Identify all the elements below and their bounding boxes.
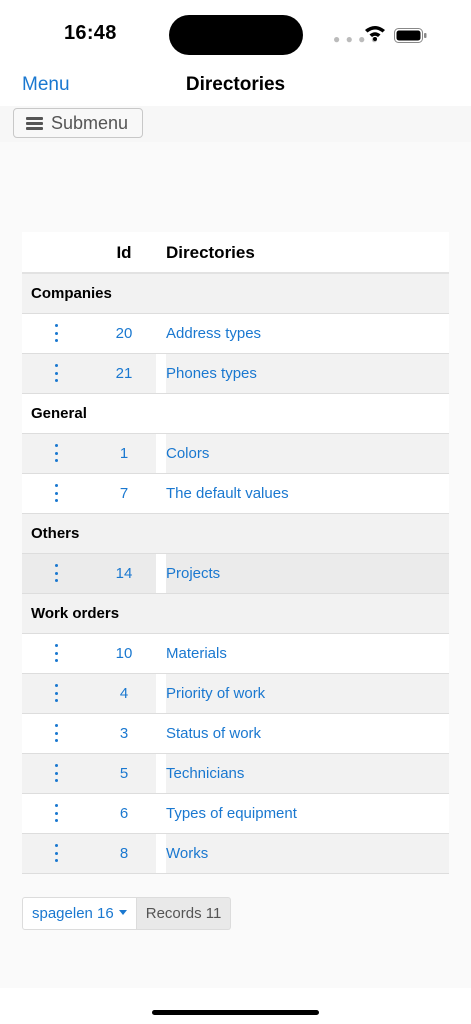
row-name[interactable]: Projects [166, 565, 220, 582]
row-actions-icon[interactable] [50, 764, 62, 782]
table-row[interactable]: 6 Types of equipment [22, 794, 449, 834]
page-size-dropdown[interactable]: spagelen 16 [22, 897, 137, 930]
table-header: Id Directories [22, 232, 449, 274]
row-actions-icon[interactable] [50, 564, 62, 582]
row-id[interactable]: 21 [92, 365, 156, 382]
column-header-directories[interactable]: Directories [166, 243, 255, 263]
row-id[interactable]: 10 [92, 645, 156, 662]
table-row[interactable]: 7 The default values [22, 474, 449, 514]
battery-icon [394, 28, 427, 43]
row-name[interactable]: Colors [166, 445, 209, 462]
table-row[interactable]: 10 Materials [22, 634, 449, 674]
table-row[interactable]: 14 Projects [22, 554, 449, 594]
table-row[interactable]: 21 Phones types [22, 354, 449, 394]
wifi-icon [365, 26, 385, 41]
row-name[interactable]: Priority of work [166, 685, 265, 702]
row-name[interactable]: Materials [166, 645, 227, 662]
group-label: Companies [31, 285, 112, 302]
status-bar: 16:48 ● ● ● ● [0, 0, 471, 70]
group-header-others[interactable]: Others [22, 514, 449, 554]
row-id[interactable]: 4 [92, 685, 156, 702]
row-id[interactable]: 1 [92, 445, 156, 462]
page-size-label: spagelen 16 [32, 905, 114, 922]
table-row[interactable]: 1 Colors [22, 434, 449, 474]
row-id[interactable]: 20 [92, 325, 156, 342]
row-name[interactable]: The default values [166, 485, 289, 502]
row-id[interactable]: 5 [92, 765, 156, 782]
group-header-general[interactable]: General [22, 394, 449, 434]
row-name[interactable]: Types of equipment [166, 805, 297, 822]
directories-table: Id Directories Companies 20 Address type… [22, 232, 449, 874]
table-row[interactable]: 20 Address types [22, 314, 449, 354]
row-actions-icon[interactable] [50, 844, 62, 862]
submenu-button[interactable]: Submenu [13, 108, 143, 138]
row-actions-icon[interactable] [50, 364, 62, 382]
row-actions-icon[interactable] [50, 724, 62, 742]
group-header-companies[interactable]: Companies [22, 274, 449, 314]
dynamic-island [169, 15, 303, 55]
row-actions-icon[interactable] [50, 484, 62, 502]
toolbar: Submenu [0, 106, 471, 142]
pager: spagelen 16 Records 11 [22, 897, 232, 930]
row-actions-icon[interactable] [50, 684, 62, 702]
home-indicator[interactable] [152, 1010, 319, 1015]
row-id[interactable]: 7 [92, 485, 156, 502]
row-actions-icon[interactable] [50, 804, 62, 822]
table-row[interactable]: 3 Status of work [22, 714, 449, 754]
row-name[interactable]: Status of work [166, 725, 261, 742]
row-name[interactable]: Phones types [166, 365, 257, 382]
group-label: General [31, 405, 87, 422]
table-row[interactable]: 5 Technicians [22, 754, 449, 794]
status-time: 16:48 [64, 22, 117, 44]
row-actions-icon[interactable] [50, 324, 62, 342]
group-label: Others [31, 525, 80, 542]
table-row[interactable]: 8 Works [22, 834, 449, 874]
row-name[interactable]: Works [166, 845, 208, 862]
row-id[interactable]: 14 [92, 565, 156, 582]
row-name[interactable]: Address types [166, 325, 261, 342]
row-id[interactable]: 8 [92, 845, 156, 862]
table-row[interactable]: 4 Priority of work [22, 674, 449, 714]
row-actions-icon[interactable] [50, 644, 62, 662]
submenu-label: Submenu [51, 112, 129, 133]
caret-down-icon [118, 910, 127, 915]
row-id[interactable]: 6 [92, 805, 156, 822]
group-header-work-orders[interactable]: Work orders [22, 594, 449, 634]
row-id[interactable]: 3 [92, 725, 156, 742]
hamburger-icon [26, 116, 43, 130]
group-label: Work orders [31, 605, 120, 622]
row-actions-icon[interactable] [50, 444, 62, 462]
row-name[interactable]: Technicians [166, 765, 244, 782]
records-count: Records 11 [136, 897, 232, 930]
navigation-bar: Menu Directories [0, 68, 471, 106]
page-title: Directories [185, 74, 286, 95]
column-header-id[interactable]: Id [92, 243, 156, 263]
